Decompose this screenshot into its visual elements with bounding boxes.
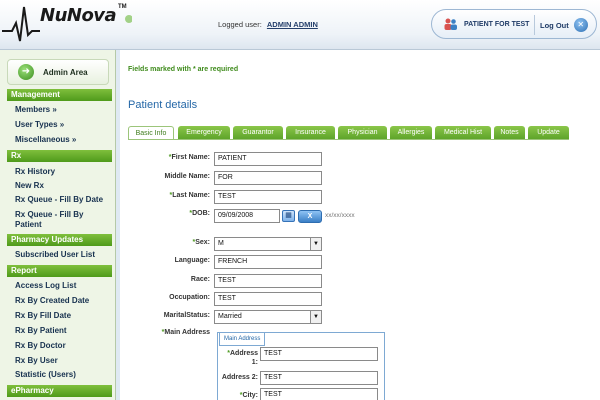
logout-label: Log Out — [540, 20, 569, 30]
close-icon: ✕ — [573, 18, 588, 32]
race-label: Race: — [190, 276, 210, 283]
sex-select[interactable]: M ▼ — [214, 237, 322, 251]
marital-status-value: Married — [218, 313, 242, 320]
dob-clear-button[interactable]: X — [298, 210, 322, 223]
tab-medical-hist[interactable]: Medical Hist — [435, 126, 491, 139]
app-header: NuNova TM Logged user: ADMIN ADMIN PATIE… — [0, 0, 600, 50]
sidebar-item-rx-created-date[interactable]: Rx By Created Date — [15, 296, 89, 305]
tab-guarantor[interactable]: Guarantor — [233, 126, 283, 139]
page-title: Patient details — [128, 99, 198, 111]
header-divider — [534, 15, 535, 35]
race-input[interactable]: TEST — [214, 274, 322, 288]
sidebar-item-rx-by-patient[interactable]: Rx By Patient — [15, 326, 67, 335]
sidebar-section-rx: Rx — [7, 150, 112, 162]
sidebar-item-statistic-users[interactable]: Statistic (Users) — [15, 370, 76, 379]
sidebar-item-miscellaneous[interactable]: Miscellaneous » — [15, 135, 76, 144]
tab-notes[interactable]: Notes — [494, 126, 525, 139]
patient-tabs: Basic Info Emergency Guarantor Insurance… — [128, 126, 569, 140]
address1-label: *Address 1: — [227, 350, 258, 366]
middle-name-input[interactable]: FOR — [214, 171, 322, 185]
sidebar-item-new-rx[interactable]: New Rx — [15, 181, 44, 190]
sidebar-item-members[interactable]: Members » — [15, 105, 57, 114]
logged-user-label: Logged user: — [218, 20, 262, 29]
chevron-down-icon: ▼ — [310, 238, 321, 250]
city-label: *City: — [239, 392, 258, 399]
tab-update[interactable]: Update — [528, 126, 569, 139]
tab-insurance[interactable]: Insurance — [286, 126, 335, 139]
chevron-down-icon: ▼ — [310, 311, 321, 323]
sidebar-section-management: Management — [7, 89, 112, 101]
sidebar-item-rx-fill-date[interactable]: Rx By Fill Date — [15, 311, 71, 320]
sidebar-item-rx-by-user[interactable]: Rx By User — [15, 356, 58, 365]
occupation-label: Occupation: — [169, 294, 210, 301]
current-patient-label: PATIENT FOR TEST — [464, 20, 530, 28]
language-input[interactable]: FRENCH — [214, 255, 322, 269]
calendar-icon[interactable]: ▦ — [282, 210, 295, 222]
language-label: Language: — [174, 257, 210, 264]
sidebar-section-pharmacy-updates: Pharmacy Updates — [7, 234, 112, 246]
header-actions: PATIENT FOR TEST Log Out ✕ — [431, 9, 597, 39]
nunova-logo[interactable]: NuNova TM — [2, 1, 133, 47]
dob-label: *DOB: — [189, 210, 210, 217]
tab-physician[interactable]: Physician — [338, 126, 387, 139]
logged-user: Logged user: ADMIN ADMIN — [218, 20, 318, 29]
sidebar-section-epharmacy: ePharmacy — [7, 385, 112, 397]
main-address-label: *Main Address — [161, 329, 210, 336]
dob-format-hint: xx/xx/xxxx — [325, 212, 355, 219]
address2-input[interactable]: TEST — [260, 371, 378, 385]
patients-icon — [443, 18, 458, 30]
first-name-input[interactable]: PATIENT — [214, 152, 322, 166]
tab-allergies[interactable]: Allergies — [390, 126, 432, 139]
address2-label: Address 2: — [221, 374, 258, 381]
required-fields-note: Fields marked with * are required — [128, 66, 239, 73]
current-patient-button[interactable]: PATIENT FOR TEST — [443, 18, 529, 30]
sex-select-value: M — [218, 240, 224, 247]
main-content: Fields marked with * are required Patien… — [120, 50, 600, 400]
marital-status-label: MaritalStatus: — [163, 312, 210, 319]
tab-basic-info[interactable]: Basic Info — [128, 126, 174, 140]
main-address-legend: Main Address — [219, 332, 266, 346]
last-name-label: *Last Name: — [169, 192, 210, 199]
last-name-input[interactable]: TEST — [214, 190, 322, 204]
sidebar-item-rx-queue-patient[interactable]: Rx Queue - Fill By Patient — [15, 210, 111, 230]
sidebar: ➜ Admin Area Management Members » User T… — [0, 50, 116, 400]
arrow-right-icon: ➜ — [18, 64, 34, 80]
first-name-label: *First Name: — [168, 154, 210, 161]
occupation-input[interactable]: TEST — [214, 292, 322, 306]
logo-text: NuNova — [40, 5, 117, 26]
sex-label: *Sex: — [192, 239, 210, 246]
sidebar-item-rx-by-doctor[interactable]: Rx By Doctor — [15, 341, 66, 350]
dob-input[interactable]: 09/09/2008 — [214, 209, 280, 223]
logo-trademark: TM — [118, 4, 127, 10]
tab-emergency[interactable]: Emergency — [178, 126, 230, 139]
admin-area-label: Admin Area — [43, 67, 88, 77]
sidebar-item-rx-queue-date[interactable]: Rx Queue - Fill By Date — [15, 195, 103, 204]
address1-input[interactable]: TEST — [260, 347, 378, 361]
sidebar-section-report: Report — [7, 265, 112, 277]
sidebar-item-user-types[interactable]: User Types » — [15, 120, 64, 129]
tabs-underline — [128, 139, 569, 140]
middle-name-label: Middle Name: — [164, 173, 210, 180]
sidebar-item-subscribed-user-list[interactable]: Subscribed User List — [15, 250, 95, 259]
admin-area-button[interactable]: ➜ Admin Area — [7, 59, 109, 85]
marital-status-select[interactable]: Married ▼ — [214, 310, 322, 324]
sidebar-item-access-log[interactable]: Access Log List — [15, 281, 76, 290]
sidebar-item-rx-history[interactable]: Rx History — [15, 167, 55, 176]
logout-button[interactable]: Log Out ✕ — [540, 18, 588, 32]
logged-user-name[interactable]: ADMIN ADMIN — [267, 20, 318, 29]
city-input[interactable]: TEST — [260, 388, 378, 400]
